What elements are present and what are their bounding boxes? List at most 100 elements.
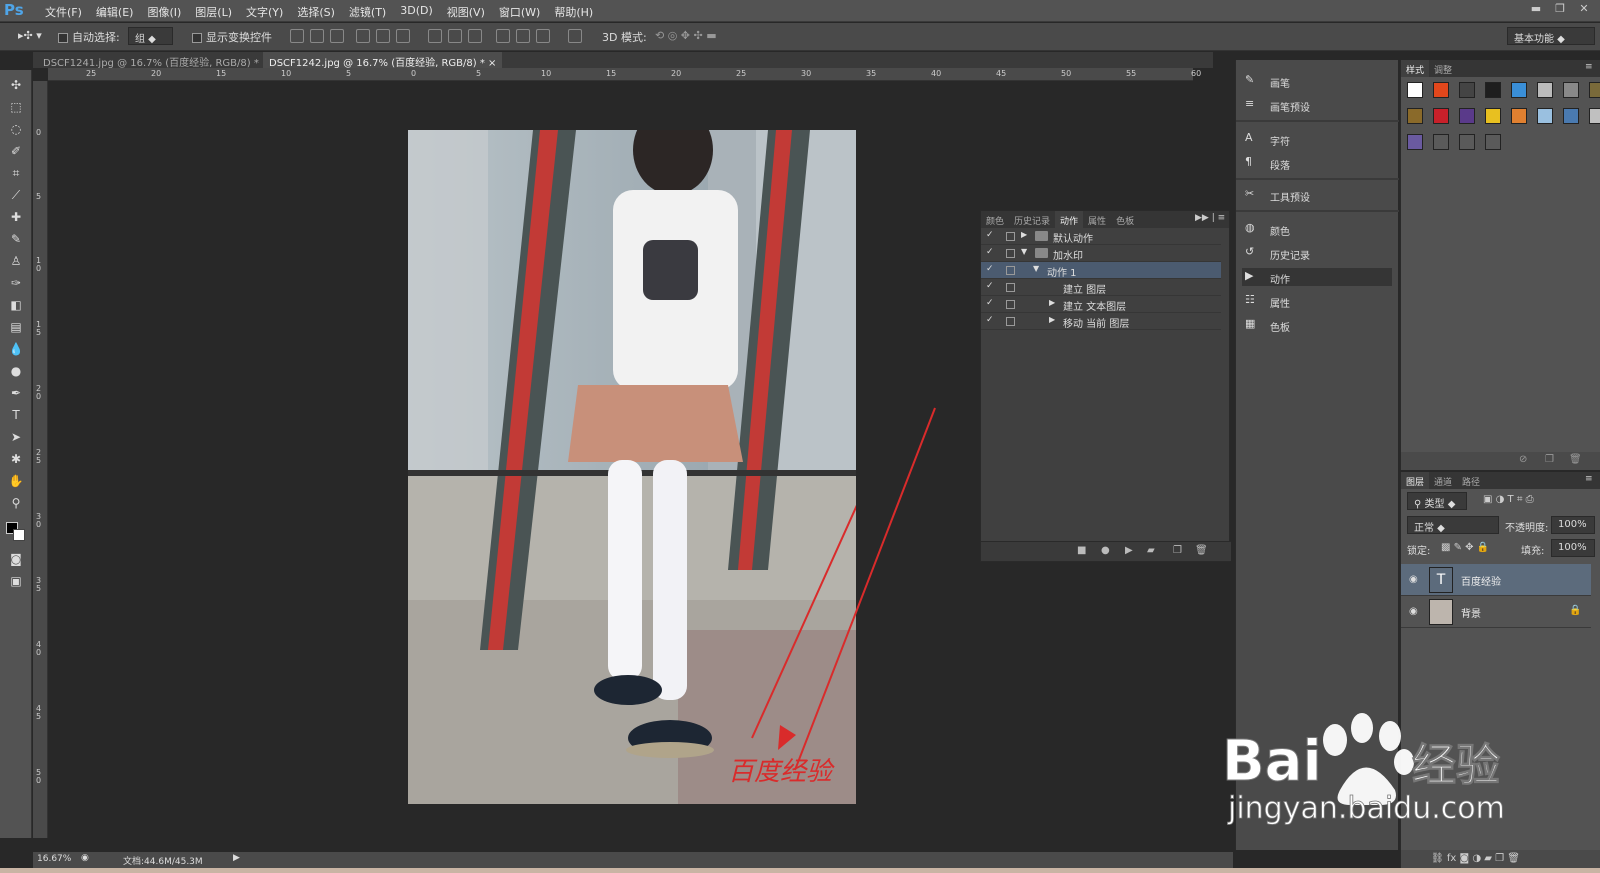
style-swatch[interactable] xyxy=(1485,134,1501,150)
action-row[interactable]: ✓ ▶ 移动 当前 图层 xyxy=(981,313,1221,330)
path-select-icon[interactable]: ➤ xyxy=(7,428,25,446)
dock-item-brush-preset[interactable]: ≡ 画笔预设 xyxy=(1242,96,1392,114)
menu-item[interactable]: 图像(I) xyxy=(140,4,188,20)
eraser-icon[interactable]: ◧ xyxy=(7,296,25,314)
dock-item-tool-preset[interactable]: ✂ 工具预设 xyxy=(1242,186,1392,204)
lock-icons[interactable]: ▩ ✎ ✥ 🔒 xyxy=(1441,542,1489,553)
align-vcenter-icon[interactable] xyxy=(310,29,324,43)
layer-row[interactable]: ◉ 背景 🔒 xyxy=(1401,596,1591,628)
menu-item[interactable]: 编辑(E) xyxy=(89,4,141,20)
style-swatch[interactable] xyxy=(1459,134,1475,150)
close-icon[interactable]: ✕ xyxy=(1574,2,1594,16)
action-row[interactable]: ✓ ▼ 加水印 xyxy=(981,245,1221,262)
menu-item[interactable]: 滤镜(T) xyxy=(342,4,393,20)
dialog-toggle-icon[interactable] xyxy=(1006,283,1015,292)
menu-item[interactable]: 窗口(W) xyxy=(492,4,547,20)
align-bottom-icon[interactable] xyxy=(330,29,344,43)
expand-triangle-icon[interactable]: ▶ xyxy=(1049,298,1055,307)
panel-tab[interactable]: 颜色 xyxy=(981,211,1009,228)
style-swatch[interactable] xyxy=(1433,134,1449,150)
panel-collapse-icon[interactable]: ▶▶ | ≡ xyxy=(1195,213,1225,223)
new-set-icon[interactable]: ▰ xyxy=(1147,545,1155,556)
distribute-right-icon[interactable] xyxy=(536,29,550,43)
eyedropper-icon[interactable]: ⟋ xyxy=(7,186,25,204)
gradient-tool-icon[interactable]: ▤ xyxy=(7,318,25,336)
shape-tool-icon[interactable]: ✱ xyxy=(7,450,25,468)
menu-item[interactable]: 图层(L) xyxy=(188,4,239,20)
doc-tab-2[interactable]: DSCF1242.jpg @ 16.7% (百度经验, RGB/8) * × xyxy=(263,52,503,69)
quick-select-icon[interactable]: ✐ xyxy=(7,142,25,160)
auto-select-checkbox[interactable]: 自动选择: xyxy=(58,29,120,45)
opacity-input[interactable]: 100% xyxy=(1551,516,1595,534)
align-top-icon[interactable] xyxy=(290,29,304,43)
new-style-icon[interactable]: ❐ xyxy=(1545,454,1554,465)
toggle-check-icon[interactable]: ✓ xyxy=(986,264,994,274)
dialog-toggle-icon[interactable] xyxy=(1006,300,1015,309)
panel-tab[interactable]: 调整 xyxy=(1429,60,1457,77)
dialog-toggle-icon[interactable] xyxy=(1006,317,1015,326)
panel-tab[interactable]: 历史记录 xyxy=(1009,211,1055,228)
move-tool-icon[interactable]: ✣ xyxy=(7,76,25,94)
menu-item[interactable]: 帮助(H) xyxy=(547,4,600,20)
history-brush-icon[interactable]: ✑ xyxy=(7,274,25,292)
layer-filter-dropdown[interactable]: ⚲ 类型 ◆ xyxy=(1407,492,1467,510)
zoom-level[interactable]: 16.67% xyxy=(37,854,71,864)
dock-item-swatches[interactable]: ▦ 色板 xyxy=(1242,316,1392,334)
zoom-tool-icon[interactable]: ⚲ xyxy=(7,494,25,512)
dodge-tool-icon[interactable]: ● xyxy=(7,362,25,380)
distribute-bottom-icon[interactable] xyxy=(468,29,482,43)
auto-select-dropdown[interactable]: 组 ◆ xyxy=(128,27,173,45)
dock-item-character[interactable]: A 字符 xyxy=(1242,130,1392,148)
dock-item-brush[interactable]: ✎ 画笔 xyxy=(1242,72,1392,90)
style-swatch[interactable] xyxy=(1589,82,1600,98)
panel-tab[interactable]: 动作 xyxy=(1055,211,1084,228)
panel-tab[interactable]: 图层 xyxy=(1401,472,1430,489)
menu-item[interactable]: 文字(Y) xyxy=(239,4,290,20)
panel-tab[interactable]: 色板 xyxy=(1111,211,1139,228)
distribute-vcenter-icon[interactable] xyxy=(448,29,462,43)
doc-tab-1[interactable]: DSCF1241.jpg @ 16.7% (百度经验, RGB/8) * × xyxy=(37,52,276,69)
toggle-check-icon[interactable]: ✓ xyxy=(986,298,994,308)
style-swatch[interactable] xyxy=(1511,82,1527,98)
distribute-top-icon[interactable] xyxy=(428,29,442,43)
lock-icon[interactable]: 🔒 xyxy=(1569,605,1581,616)
panel-menu-icon[interactable]: ≡ xyxy=(1585,62,1593,72)
dock-item-actions[interactable]: ▶ 动作 xyxy=(1242,268,1392,286)
dialog-toggle-icon[interactable] xyxy=(1006,232,1015,241)
distribute-left-icon[interactable] xyxy=(496,29,510,43)
style-swatch[interactable] xyxy=(1459,108,1475,124)
style-swatch[interactable] xyxy=(1407,108,1423,124)
crop-tool-icon[interactable]: ⌗ xyxy=(7,164,25,182)
toggle-check-icon[interactable]: ✓ xyxy=(986,247,994,257)
screen-mode-icon[interactable]: ▣ xyxy=(7,572,25,590)
expand-triangle-icon[interactable]: ▼ xyxy=(1021,247,1027,256)
style-swatch[interactable] xyxy=(1563,82,1579,98)
panel-tab[interactable]: 路径 xyxy=(1457,472,1485,489)
auto-align-icon[interactable] xyxy=(568,29,582,43)
menu-item[interactable]: 文件(F) xyxy=(38,4,89,20)
visibility-eye-icon[interactable]: ◉ xyxy=(1409,574,1418,585)
minimize-icon[interactable]: ▬ xyxy=(1526,2,1546,16)
quick-mask-icon[interactable]: ◙ xyxy=(7,550,25,568)
menu-item[interactable]: 视图(V) xyxy=(440,4,492,20)
clear-style-icon[interactable]: ⊘ xyxy=(1519,454,1527,465)
lasso-tool-icon[interactable]: ◌ xyxy=(7,120,25,138)
background-color-swatch[interactable] xyxy=(13,529,25,541)
pen-tool-icon[interactable]: ✒ xyxy=(7,384,25,402)
style-swatch[interactable] xyxy=(1511,108,1527,124)
layer-row[interactable]: ◉ T 百度经验 xyxy=(1401,564,1591,596)
style-swatch[interactable] xyxy=(1407,82,1423,98)
panel-tab[interactable]: 样式 xyxy=(1401,60,1430,77)
align-hcenter-icon[interactable] xyxy=(376,29,390,43)
dock-item-paragraph[interactable]: ¶ 段落 xyxy=(1242,154,1392,172)
align-right-icon[interactable] xyxy=(396,29,410,43)
action-row[interactable]: ✓ ▶ 建立 文本图层 xyxy=(981,296,1221,313)
menu-item[interactable]: 选择(S) xyxy=(290,4,342,20)
dock-item-history[interactable]: ↺ 历史记录 xyxy=(1242,244,1392,262)
expand-triangle-icon[interactable]: ▶ xyxy=(1021,230,1027,239)
new-action-icon[interactable]: ❐ xyxy=(1173,545,1182,556)
dialog-toggle-icon[interactable] xyxy=(1006,266,1015,275)
marquee-tool-icon[interactable]: ⬚ xyxy=(7,98,25,116)
stop-icon[interactable]: ■ xyxy=(1077,545,1086,556)
brush-tool-icon[interactable]: ✎ xyxy=(7,230,25,248)
